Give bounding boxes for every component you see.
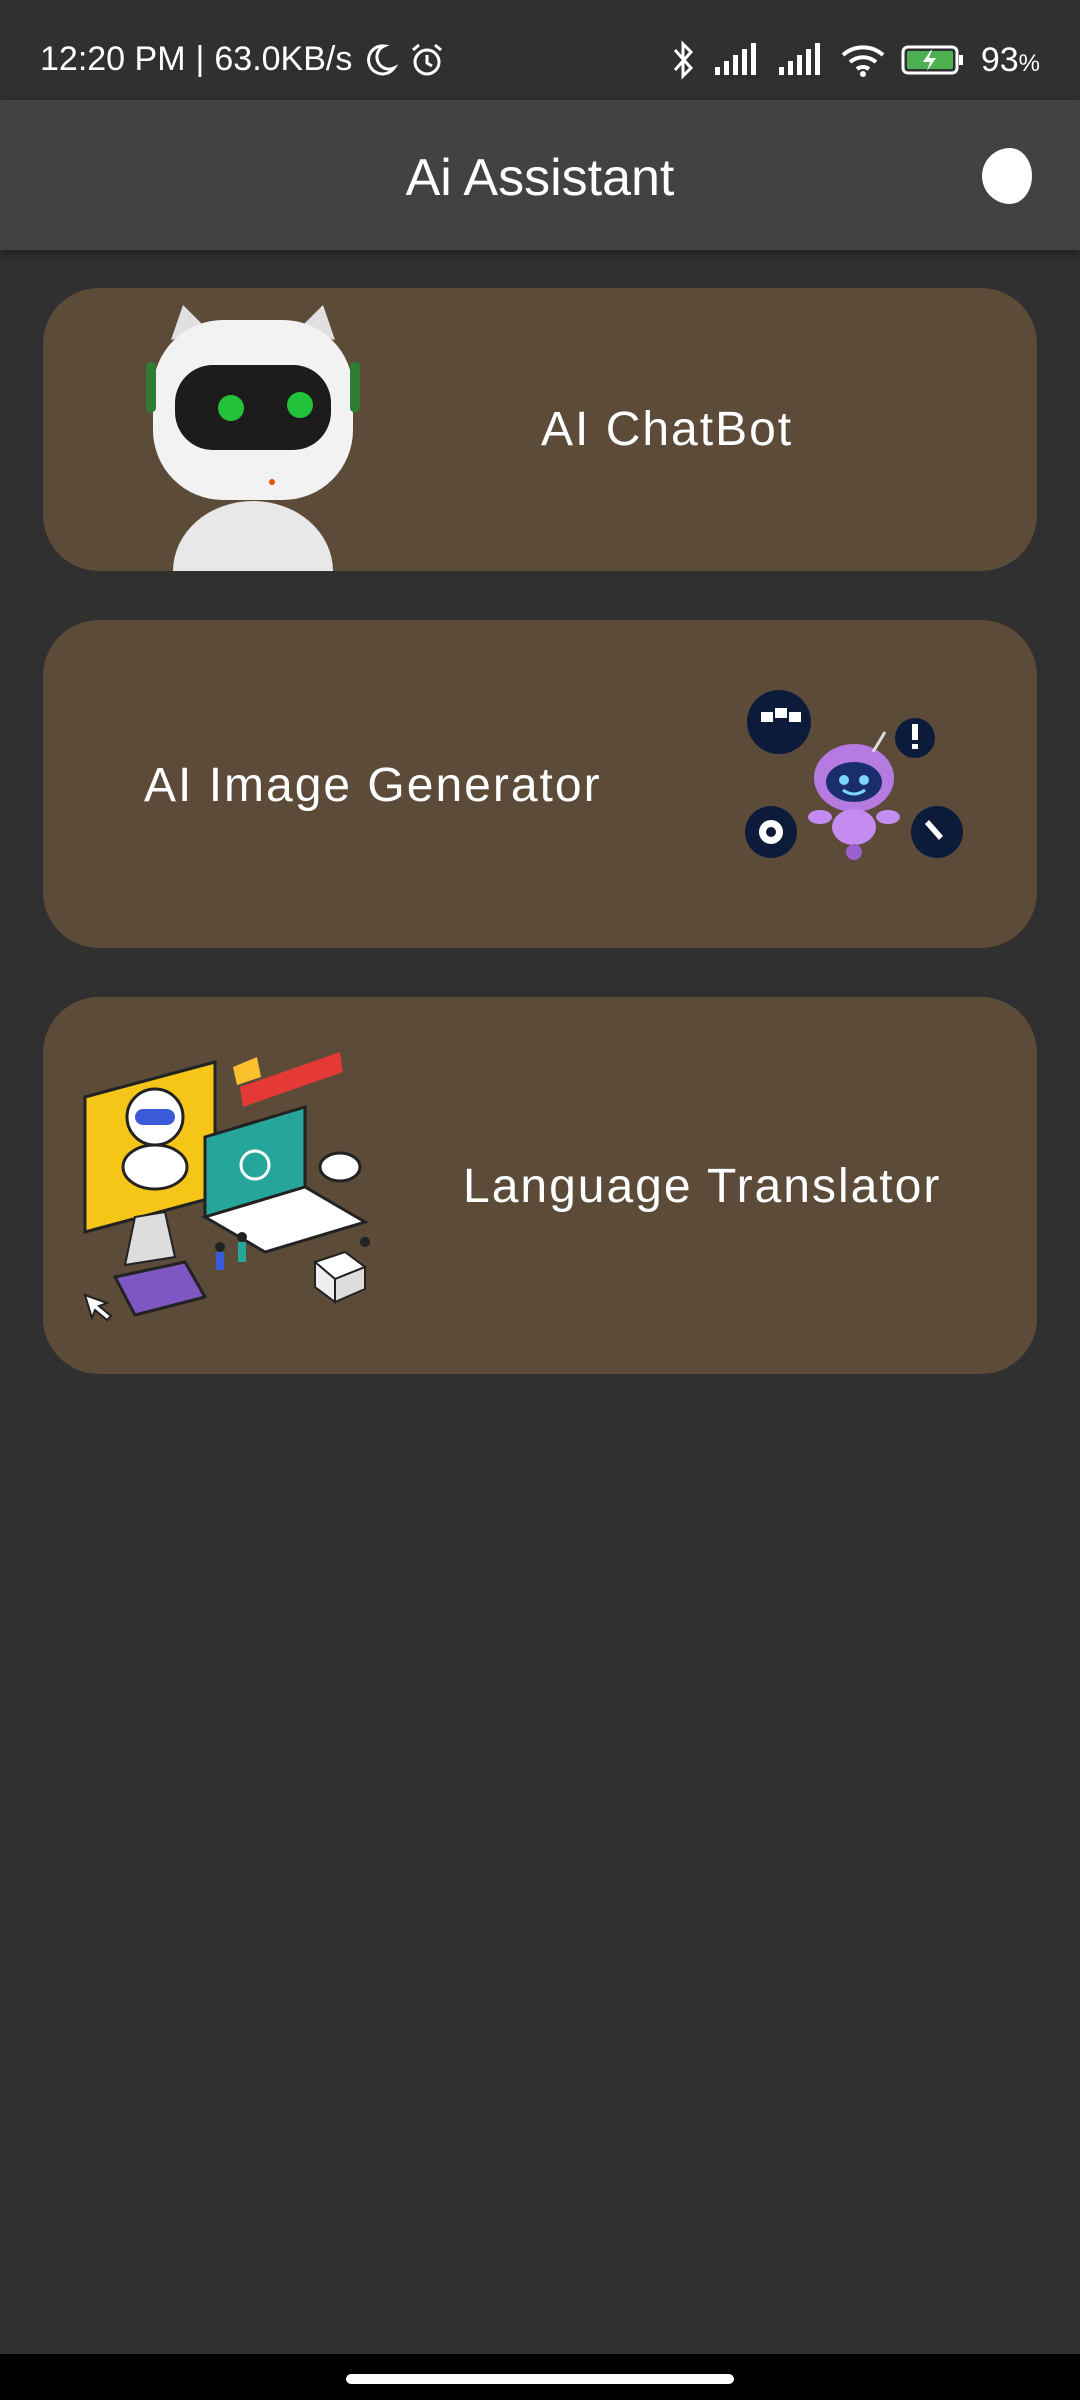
network-speed: 63.0KB/s <box>214 40 353 78</box>
status-right: 93% <box>671 40 1040 80</box>
ai-image-generator-card[interactable]: AI Image Generator <box>43 620 1037 948</box>
robot-head-icon <box>146 305 360 571</box>
status-time: 12:20 PM <box>40 40 186 78</box>
wifi-icon <box>841 45 885 77</box>
battery-unit: % <box>1018 49 1040 77</box>
bluetooth-icon <box>673 40 693 80</box>
signal-icon <box>714 43 756 75</box>
navigation-bar <box>0 2354 1080 2400</box>
alarm-icon <box>412 43 443 75</box>
app-bar: Ai Assistant <box>0 100 1080 250</box>
battery-percent: 93% <box>981 41 1040 80</box>
battery-value: 93 <box>980 40 1019 79</box>
card-title: Language Translator <box>463 1160 942 1213</box>
status-left: 12:20 PM | 63.0KB/s <box>40 40 446 79</box>
home-indicator-pill[interactable] <box>346 2374 734 2384</box>
moon-icon <box>367 43 399 75</box>
card-title: AI Image Generator <box>144 759 602 812</box>
status-bar: 12:20 PM | 63.0KB/s 93% <box>0 0 1080 100</box>
page-title: Ai Assistant <box>405 149 675 207</box>
tech-support-illustration <box>83 1052 370 1322</box>
theme-toggle-moon-icon[interactable] <box>976 144 1040 208</box>
card-title: AI ChatBot <box>541 403 794 456</box>
status-separator: | <box>195 40 205 78</box>
ai-chatbot-card[interactable]: AI ChatBot <box>43 288 1037 571</box>
language-translator-card[interactable]: Language Translator <box>43 997 1037 1374</box>
robot-assistant-icon <box>745 690 963 860</box>
signal-icon <box>778 43 820 75</box>
battery-charging-icon <box>901 45 963 75</box>
